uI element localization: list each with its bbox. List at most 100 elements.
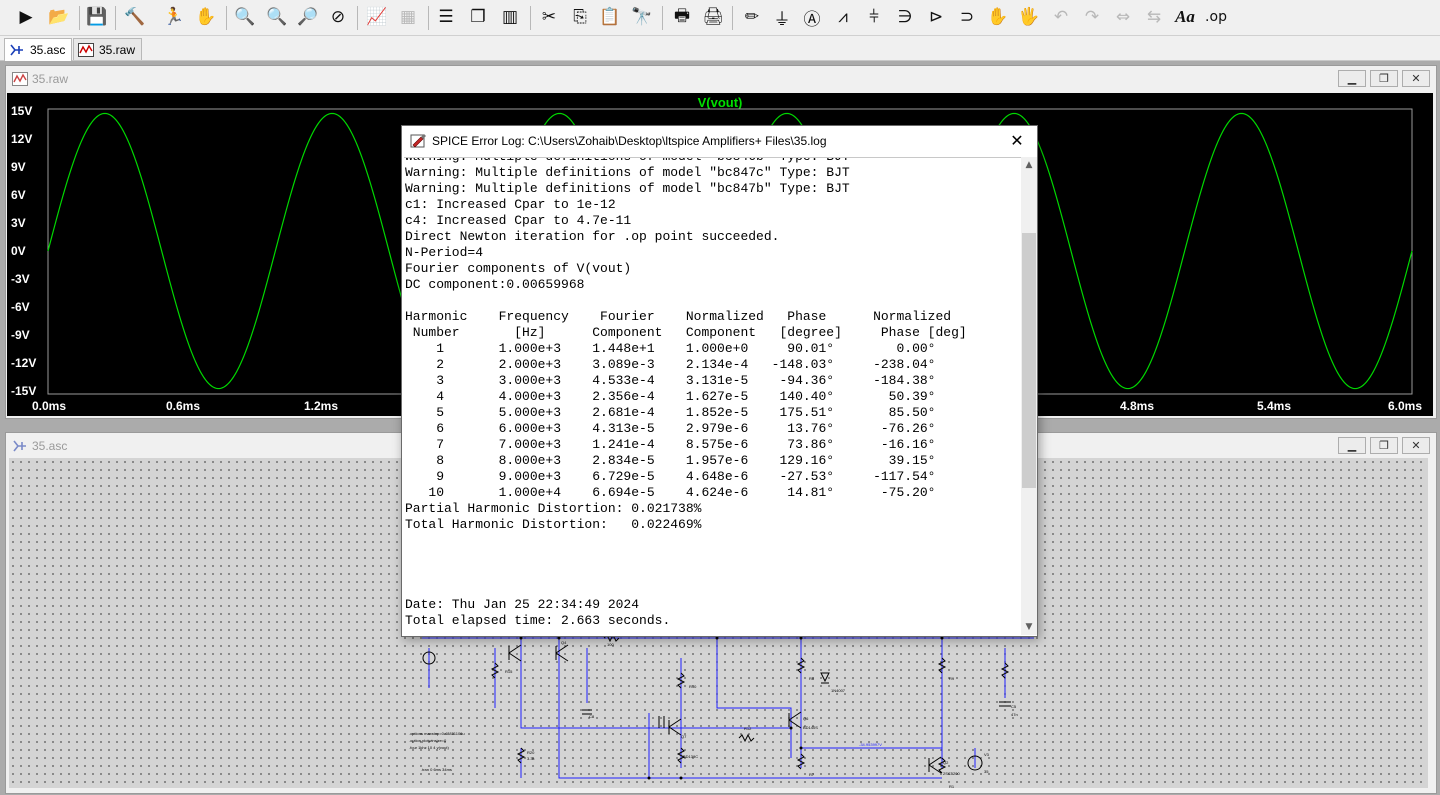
waveform-icon [12,72,28,86]
part-labels: 2N5401 2N5401 BD139C BD140S 2SC5200 1N40… [409,632,1018,788]
minimize-button[interactable]: ▁ [1338,437,1366,454]
svg-text:R12: R12 [744,726,752,731]
tile-vertical-icon[interactable]: ▥ [498,5,522,29]
toolbar-separator [226,6,227,30]
schematic-window-title: 35.asc [32,439,68,453]
main-toolbar: ▶ 📂 💾 🔨 🏃 ✋ 🔍 🔍 🔎 ⊘ 📈 ▦ ☰ ❐ ▥ ✂ ⎘ 📋 🔭 🖶 … [0,0,1440,36]
x-tick-label: 0.0ms [32,399,67,413]
toolbar-separator [732,6,733,30]
move-icon[interactable]: ✋ [986,5,1010,29]
x-tick-label: 1.2ms [304,399,339,413]
svg-text:.tran 0 6ms 34ms: .tran 0 6ms 34ms [421,767,452,772]
schematic-icon [13,440,26,452]
diode-icon[interactable]: ⊳ [924,5,948,29]
vertical-scrollbar[interactable]: ▲ ▼ [1021,157,1037,635]
waveform-icon [78,42,94,57]
capacitor-icon[interactable]: ⫩ [862,5,886,29]
restore-button[interactable]: ❐ [1370,70,1398,87]
halt-icon[interactable]: 🏃 [162,5,186,29]
close-button[interactable]: ✕ [1402,437,1430,454]
tab-label: 35.asc [30,43,66,57]
minimize-button[interactable]: ▁ [1338,70,1366,87]
svg-text:C5: C5 [1011,704,1017,709]
undo-icon[interactable]: ↶ [1049,5,1073,29]
component-icon[interactable]: ⊃ [955,5,979,29]
zoom-fit-icon[interactable]: 🔍 [265,5,289,29]
svg-text:3.3k: 3.3k [527,756,535,761]
control-panel-icon[interactable]: 🔨 [123,5,147,29]
svg-text:100: 100 [607,642,614,647]
svg-text:Q2: Q2 [943,760,949,765]
toolbar-separator [662,6,663,30]
svg-text:.options maxstep=0.48831106u: .options maxstep=0.48831106u [409,731,465,736]
close-button[interactable]: ✕ [1402,70,1430,87]
svg-text:BD139C: BD139C [683,754,698,759]
grid-icon[interactable]: ▦ [396,5,420,29]
spice-directive-icon[interactable]: .op [1204,5,1228,29]
svg-text:.option plotwinsize=0: .option plotwinsize=0 [409,738,447,743]
tab-35-raw[interactable]: 35.raw [73,38,143,60]
resistor-icon[interactable]: ⩘ [831,5,855,29]
copy-icon[interactable]: ⎘ [568,5,592,29]
print-icon[interactable]: 🖶 [670,5,694,29]
rotate-icon[interactable]: ⇔ [1111,5,1135,29]
print-setup-icon[interactable]: 🖨 [701,5,725,29]
inductor-icon[interactable]: ∋ [893,5,917,29]
redo-icon[interactable]: ↷ [1080,5,1104,29]
svg-text:C8: C8 [589,714,595,719]
svg-text:V3: V3 [984,752,990,757]
log-content[interactable]: Warning: Multiple definitions of model "… [405,158,967,636]
zoom-cancel-icon[interactable]: ⊘ [326,5,350,29]
svg-text:R7: R7 [809,772,815,777]
save-icon[interactable]: 💾 [85,5,109,29]
x-tick-label: 6.0ms [1388,399,1423,413]
zoom-in-icon[interactable]: 🔍 [233,5,257,29]
paste-icon[interactable]: 📋 [598,5,622,29]
svg-text:R8: R8 [809,676,815,681]
label-net-icon[interactable]: Ⓐ [800,5,824,30]
autorange-icon[interactable]: 📈 [365,5,389,29]
ground-icon[interactable]: ⏚ [770,5,794,30]
wires [422,637,1034,779]
scroll-up-arrow-icon[interactable]: ▲ [1021,157,1037,173]
x-tick-label: 4.8ms [1120,399,1155,413]
x-tick-label: 5.4ms [1257,399,1292,413]
pan-icon[interactable]: ✋ [194,5,218,29]
toolbar-separator [79,6,80,30]
find-icon[interactable]: 🔭 [630,5,654,29]
svg-text:R10: R10 [689,684,697,689]
tab-35-asc[interactable]: 35.asc [4,38,73,61]
close-button[interactable]: ✕ [1003,129,1031,151]
svg-text:R20: R20 [527,750,535,755]
svg-text:Q7: Q7 [681,734,687,739]
svg-text:1N4007: 1N4007 [831,688,846,693]
tab-label: 35.raw [99,42,136,57]
spice-error-log-dialog[interactable]: SPICE Error Log: C:\Users\Zohaib\Desktop… [401,125,1038,637]
svg-text:R15: R15 [505,669,513,674]
svg-text:R1: R1 [949,784,955,788]
log-text-area[interactable]: Warning: Multiple definitions of model "… [404,157,1021,636]
run-icon[interactable]: ▶ [14,5,38,29]
scroll-thumb[interactable] [1022,233,1036,488]
mirror-icon[interactable]: ⇆ [1142,5,1166,29]
error-log-icon [410,133,426,147]
text-icon[interactable]: Aa [1173,5,1197,29]
tile-horizontal-icon[interactable]: ☰ [434,5,458,29]
svg-text:Q6: Q6 [803,716,809,721]
wire-icon[interactable]: ✏ [740,5,764,29]
svg-text:BD140S: BD140S [803,725,818,730]
svg-text:2SC5200: 2SC5200 [943,771,960,776]
open-icon[interactable]: 📂 [47,5,71,29]
restore-button[interactable]: ❐ [1370,437,1398,454]
schematic-icon [10,44,23,56]
scroll-down-arrow-icon[interactable]: ▼ [1021,619,1037,635]
cut-icon[interactable]: ✂ [537,5,561,29]
waveform-window-titlebar[interactable]: 35.raw [6,66,1436,92]
waveform-window-title: 35.raw [32,72,69,86]
cascade-icon[interactable]: ❐ [466,5,490,29]
zoom-out-icon[interactable]: 🔎 [296,5,320,29]
drag-icon[interactable]: 🖐 [1017,5,1041,29]
dialog-titlebar[interactable]: SPICE Error Log: C:\Users\Zohaib\Desktop… [402,126,1037,155]
svg-text:47n: 47n [1011,712,1018,717]
toolbar-separator [357,6,358,30]
